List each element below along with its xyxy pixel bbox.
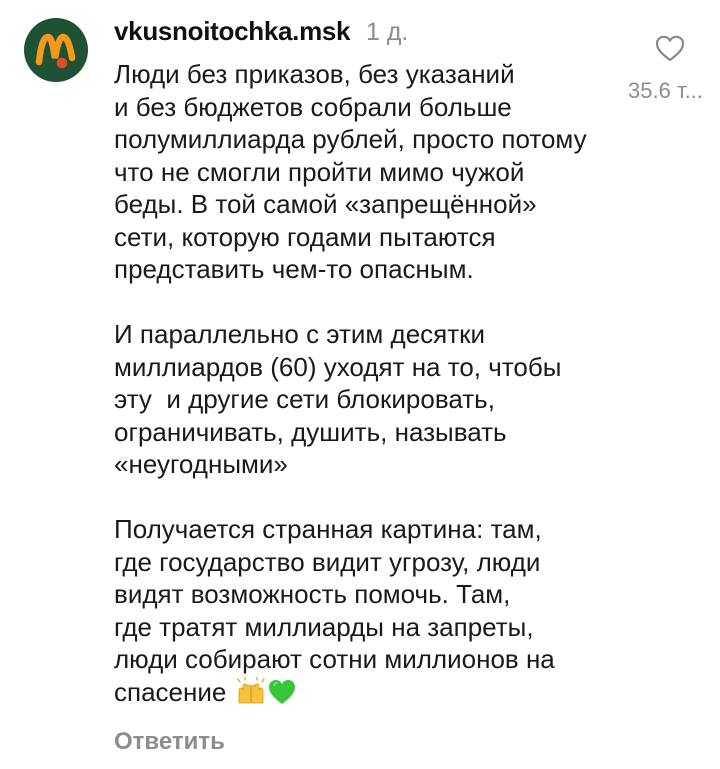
comment-line: видят возможность помочь. Там, xyxy=(114,579,511,609)
comment-line: эту и другие сети блокировать, xyxy=(114,384,495,414)
comment-line-last: спасение xyxy=(114,675,644,713)
comment-line: что не смогли пройти мимо чужой xyxy=(114,156,525,187)
username-link[interactable]: vkusnoitochka.msk xyxy=(114,16,351,47)
comment-text: Люди без приказов, без указаний и без бю… xyxy=(114,58,644,712)
comment-line: представить чем-то опасным. xyxy=(114,254,474,284)
comment-line: сети, которую годами пытаются xyxy=(114,221,496,252)
comment-line: и без бюджетов собрали больше xyxy=(114,91,512,122)
comment-line: Получается странная картина: там, xyxy=(114,514,542,544)
comment-line: И параллельно с этим десятки xyxy=(114,319,486,349)
comment-line: Люди без приказов, без указаний xyxy=(114,59,515,89)
raising-hands-emoji xyxy=(236,675,266,713)
comment-line: ограничивать, душить, называть xyxy=(114,416,507,447)
comment-line: полумиллиарда рублей, просто потому xyxy=(114,124,587,154)
comment-timestamp: 1 д. xyxy=(366,18,409,46)
comment-line: люди собирают сотни миллионов на xyxy=(114,644,555,674)
comment-paragraph: Люди без приказов, без указаний и без бю… xyxy=(114,58,644,286)
heart-outline-icon xyxy=(655,35,685,61)
comment-line: где государство видит угрозу, люди xyxy=(114,546,541,577)
comment-paragraph: Получается странная картина: там, где го… xyxy=(114,513,644,712)
green-heart-emoji xyxy=(268,679,296,713)
like-button[interactable] xyxy=(651,30,689,66)
avatar[interactable] xyxy=(24,18,88,82)
comment-line-text: спасение xyxy=(114,676,227,707)
comment-line: «неугодными» xyxy=(114,449,288,479)
comment-line: миллиардов (60) уходят на то, чтобы xyxy=(114,351,562,382)
comment-paragraph: И параллельно с этим десятки миллиардов … xyxy=(114,318,644,481)
brand-logo-icon xyxy=(35,33,76,69)
paragraph-spacer xyxy=(114,481,644,514)
comment-line: беды. В той самой «запрещённой» xyxy=(114,189,537,219)
paragraph-spacer xyxy=(114,286,644,319)
like-count: 35.6 т... xyxy=(628,78,703,103)
comment-line: где тратят миллиарды на запреты, xyxy=(114,611,534,642)
reply-button[interactable]: Ответить xyxy=(114,728,225,756)
